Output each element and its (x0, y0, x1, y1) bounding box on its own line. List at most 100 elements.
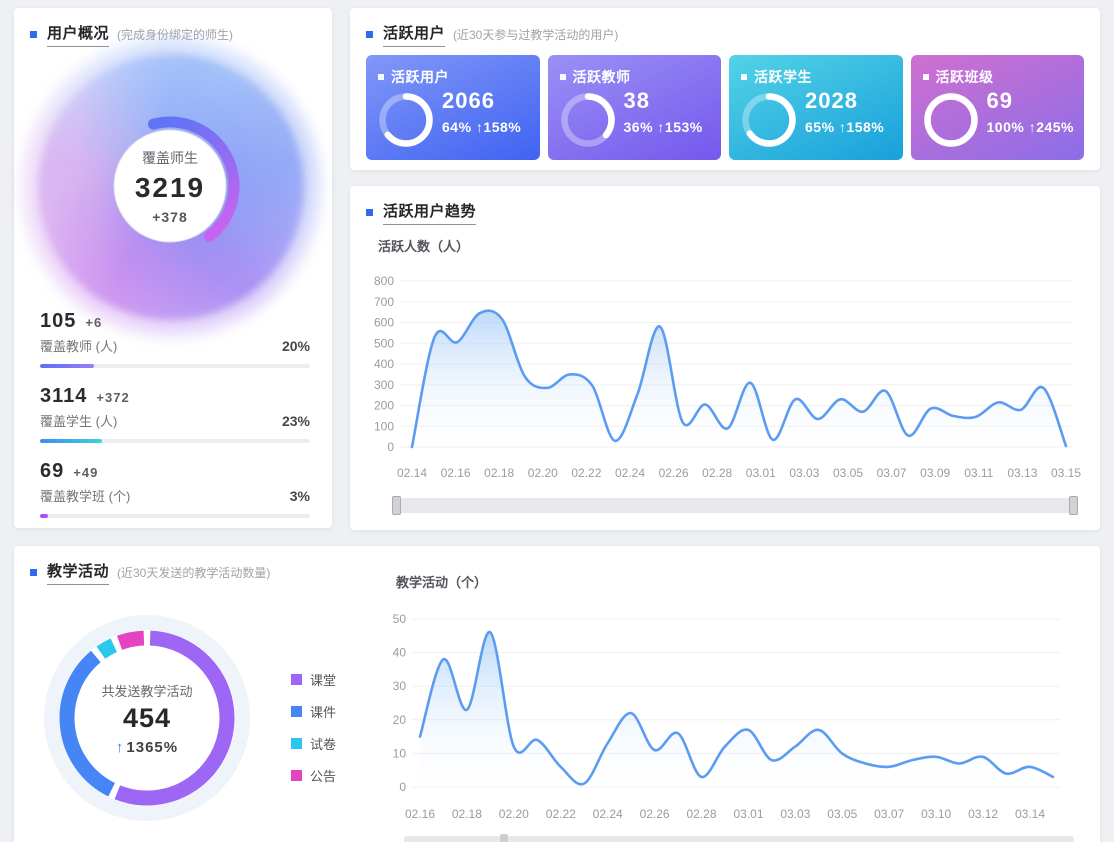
svg-text:40: 40 (393, 646, 407, 660)
stat-percent: 20% (282, 338, 310, 354)
active-stat-card: 活跃用户 2066 64% ↑158% (366, 55, 540, 160)
card-bullet-icon (378, 74, 384, 80)
svg-text:03.03: 03.03 (780, 807, 810, 821)
svg-text:03.01: 03.01 (746, 466, 776, 480)
svg-text:02.24: 02.24 (593, 807, 623, 821)
active-users-subtitle: (近30天参与过教学活动的用户) (453, 26, 618, 43)
activity-trend-chart[interactable]: 5040302010002.1602.1802.2002.2202.2402.2… (384, 602, 1098, 836)
legend-color-icon (291, 674, 302, 685)
legend-item[interactable]: 课堂 (291, 670, 336, 689)
legend-item[interactable]: 试卷 (291, 734, 336, 753)
stat-value: 69 (40, 460, 64, 482)
active-stat-card-row: 活跃用户 2066 64% ↑158% 活跃教师 38 36% ↑153% 活跃… (366, 55, 1084, 160)
legend-label: 课件 (310, 702, 336, 721)
teaching-title: 教学活动 (47, 560, 109, 585)
donut-legend: 课堂 课件 试卷 公告 (291, 670, 336, 798)
donut-center: 共发送教学活动 454 ↑1365% (42, 613, 252, 823)
progress-ring (923, 92, 979, 148)
active-card-value: 69 (987, 88, 1013, 114)
svg-text:03.07: 03.07 (874, 807, 904, 821)
active-stat-card: 活跃班级 69 100% ↑245% (911, 55, 1085, 160)
gauge-delta: +378 (152, 209, 188, 225)
coverage-gauge-center: 覆盖师生 3219 +378 (85, 101, 255, 271)
stat-progress-track (40, 364, 310, 368)
stat-progress-fill (40, 439, 102, 443)
card-bullet-icon (560, 74, 566, 80)
svg-text:02.22: 02.22 (571, 466, 601, 480)
teaching-subtitle: (近30天发送的教学活动数量) (117, 564, 270, 581)
svg-text:02.16: 02.16 (405, 807, 435, 821)
active-stat-card: 活跃教师 38 36% ↑153% (548, 55, 722, 160)
active-users-header: 活跃用户 (近30天参与过教学活动的用户) (366, 22, 618, 47)
legend-label: 试卷 (310, 734, 336, 753)
stat-progress-track (40, 514, 310, 518)
gauge-value: 3219 (135, 172, 205, 204)
user-overview-title: 用户概况 (47, 22, 109, 47)
active-card-percent-trend: 64% ↑158% (442, 119, 521, 135)
active-card-percent-trend: 36% ↑153% (624, 119, 703, 135)
svg-text:800: 800 (374, 274, 394, 288)
svg-text:600: 600 (374, 316, 394, 330)
stat-percent: 3% (290, 488, 310, 504)
datazoom-handle[interactable] (500, 834, 508, 842)
section-bullet-icon (366, 209, 373, 216)
svg-text:02.18: 02.18 (484, 466, 514, 480)
legend-item[interactable]: 课件 (291, 702, 336, 721)
stat-progress-fill (40, 514, 48, 518)
section-bullet-icon (30, 31, 37, 38)
svg-text:03.12: 03.12 (968, 807, 998, 821)
legend-color-icon (291, 706, 302, 717)
stat-progress-track (40, 439, 310, 443)
svg-text:02.14: 02.14 (397, 466, 427, 480)
card-bullet-icon (741, 74, 747, 80)
legend-item[interactable]: 公告 (291, 766, 336, 785)
legend-color-icon (291, 770, 302, 781)
user-overview-card: 用户概况 (完成身份绑定的师生) 覆盖师生 3219 +378 105+6 覆盖… (14, 8, 332, 528)
coverage-stat-list: 105+6 覆盖教师 (人) 20% 3114+372 覆盖学生 (人) 23%… (40, 310, 310, 535)
active-card-label: 活跃学生 (754, 67, 812, 87)
svg-text:200: 200 (374, 399, 394, 413)
stat-label: 覆盖学生 (人) (40, 411, 117, 430)
stat-value: 3114 (40, 385, 87, 407)
datazoom-slider[interactable] (396, 498, 1074, 513)
donut-center-trend: ↑1365% (116, 739, 178, 756)
svg-text:03.05: 03.05 (827, 807, 857, 821)
teaching-activity-card: 教学活动 (近30天发送的教学活动数量) 共发送教学活动 454 ↑1365% … (14, 546, 1100, 842)
svg-text:03.03: 03.03 (789, 466, 819, 480)
coverage-stat-row: 69+49 覆盖教学班 (个) 3% (40, 460, 310, 518)
active-card-value: 38 (624, 88, 650, 114)
datazoom-slider-partial[interactable] (404, 836, 1074, 842)
svg-text:300: 300 (374, 378, 394, 392)
stat-label: 覆盖教师 (人) (40, 336, 117, 355)
active-stat-card: 活跃学生 2028 65% ↑158% (729, 55, 903, 160)
legend-label: 课堂 (310, 670, 336, 689)
progress-ring (378, 92, 434, 148)
stat-value: 105 (40, 310, 76, 332)
svg-text:03.11: 03.11 (964, 466, 993, 480)
up-arrow-icon: ↑ (116, 739, 125, 756)
section-bullet-icon (366, 31, 373, 38)
svg-text:03.01: 03.01 (733, 807, 763, 821)
active-trend-chart[interactable]: 800700600500400300200100002.1402.1602.18… (360, 266, 1100, 494)
donut-center-value: 454 (123, 703, 171, 734)
active-trend-title: 活跃用户趋势 (383, 200, 476, 225)
datazoom-left-handle[interactable] (392, 496, 401, 515)
svg-text:03.05: 03.05 (833, 466, 863, 480)
svg-text:02.20: 02.20 (528, 466, 558, 480)
svg-text:100: 100 (374, 419, 394, 433)
active-card-label: 活跃班级 (936, 67, 994, 87)
dashboard-page: 用户概况 (完成身份绑定的师生) 覆盖师生 3219 +378 105+6 覆盖… (0, 0, 1114, 842)
svg-text:03.10: 03.10 (921, 807, 951, 821)
stat-percent: 23% (282, 413, 310, 429)
stat-progress-fill (40, 364, 94, 368)
active-trend-header: 活跃用户趋势 (366, 200, 476, 225)
svg-text:02.16: 02.16 (441, 466, 471, 480)
svg-text:02.20: 02.20 (499, 807, 529, 821)
svg-text:400: 400 (374, 357, 394, 371)
stat-delta: +6 (85, 315, 102, 330)
stat-label: 覆盖教学班 (个) (40, 486, 130, 505)
gauge-label: 覆盖师生 (142, 148, 198, 168)
donut-center-label: 共发送教学活动 (101, 681, 192, 700)
legend-label: 公告 (310, 766, 336, 785)
datazoom-right-handle[interactable] (1069, 496, 1078, 515)
